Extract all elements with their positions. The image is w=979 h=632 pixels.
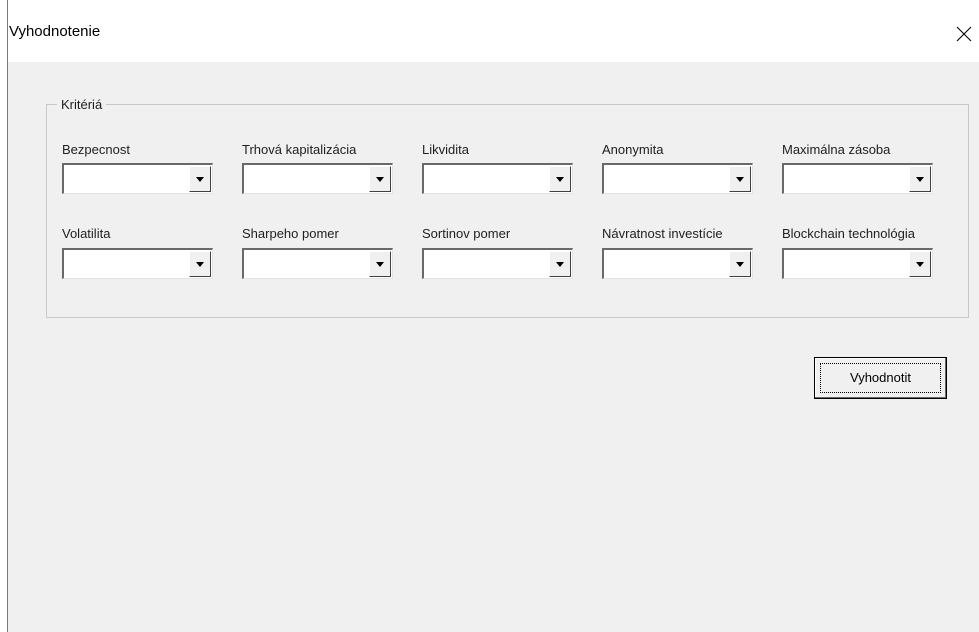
chevron-down-icon <box>916 262 924 267</box>
chevron-down-icon <box>376 262 384 267</box>
criteria-group-label: Kritériá <box>57 97 107 112</box>
close-icon[interactable] <box>955 25 973 43</box>
blockchain-technologia-dropdown-button[interactable] <box>909 251 931 277</box>
anonymita-dropdown-button[interactable] <box>729 166 751 192</box>
bezpecnost-dropdown-button[interactable] <box>189 166 211 192</box>
likvidita-dropdown-button[interactable] <box>549 166 571 192</box>
navratnost-investicie-dropdown-button[interactable] <box>729 251 751 277</box>
evaluate-button-label: Vyhodnotit <box>850 370 911 385</box>
bezpecnost-label: Bezpecnost <box>62 142 130 157</box>
maximalna-zasoba-combobox[interactable] <box>782 163 933 194</box>
navratnost-investicie-label: Návratnost investície <box>602 226 723 241</box>
evaluate-button[interactable]: Vyhodnotit <box>814 357 947 399</box>
chevron-down-icon <box>196 177 204 182</box>
volatilita-combobox[interactable] <box>62 248 213 279</box>
trhova-kapitalizacia-dropdown-button[interactable] <box>369 166 391 192</box>
chevron-down-icon <box>736 177 744 182</box>
maximalna-zasoba-dropdown-button[interactable] <box>909 166 931 192</box>
maximalna-zasoba-label: Maximálna zásoba <box>782 142 891 157</box>
chevron-down-icon <box>556 177 564 182</box>
volatilita-dropdown-button[interactable] <box>189 251 211 277</box>
anonymita-combobox[interactable] <box>602 163 753 194</box>
dialog-window: Vyhodnotenie Kritériá Bezpecnost Trhová k… <box>0 0 979 632</box>
chevron-down-icon <box>556 262 564 267</box>
trhova-kapitalizacia-label: Trhová kapitalizácia <box>242 142 357 157</box>
sharpeho-pomer-combobox[interactable] <box>242 248 393 279</box>
sortinov-pomer-label: Sortinov pomer <box>422 226 511 241</box>
blockchain-technologia-combobox[interactable] <box>782 248 933 279</box>
sharpeho-pomer-dropdown-button[interactable] <box>369 251 391 277</box>
chevron-down-icon <box>736 262 744 267</box>
likvidita-label: Likvidita <box>422 142 469 157</box>
criteria-groupbox <box>46 104 969 318</box>
window-title: Vyhodnotenie <box>9 23 101 40</box>
bezpecnost-combobox[interactable] <box>62 163 213 194</box>
trhova-kapitalizacia-combobox[interactable] <box>242 163 393 194</box>
volatilita-label: Volatilita <box>62 226 111 241</box>
dialog-client-area: Kritériá Bezpecnost Trhová kapitalizácia L… <box>9 62 979 632</box>
blockchain-technologia-label: Blockchain technológia <box>782 226 915 241</box>
sortinov-pomer-combobox[interactable] <box>422 248 573 279</box>
title-bar: Vyhodnotenie <box>0 0 979 62</box>
sortinov-pomer-dropdown-button[interactable] <box>549 251 571 277</box>
chevron-down-icon <box>196 262 204 267</box>
likvidita-combobox[interactable] <box>422 163 573 194</box>
chevron-down-icon <box>376 177 384 182</box>
sharpeho-pomer-label: Sharpeho pomer <box>242 226 339 241</box>
anonymita-label: Anonymita <box>602 142 664 157</box>
window-left-border <box>0 0 8 632</box>
chevron-down-icon <box>916 177 924 182</box>
navratnost-investicie-combobox[interactable] <box>602 248 753 279</box>
